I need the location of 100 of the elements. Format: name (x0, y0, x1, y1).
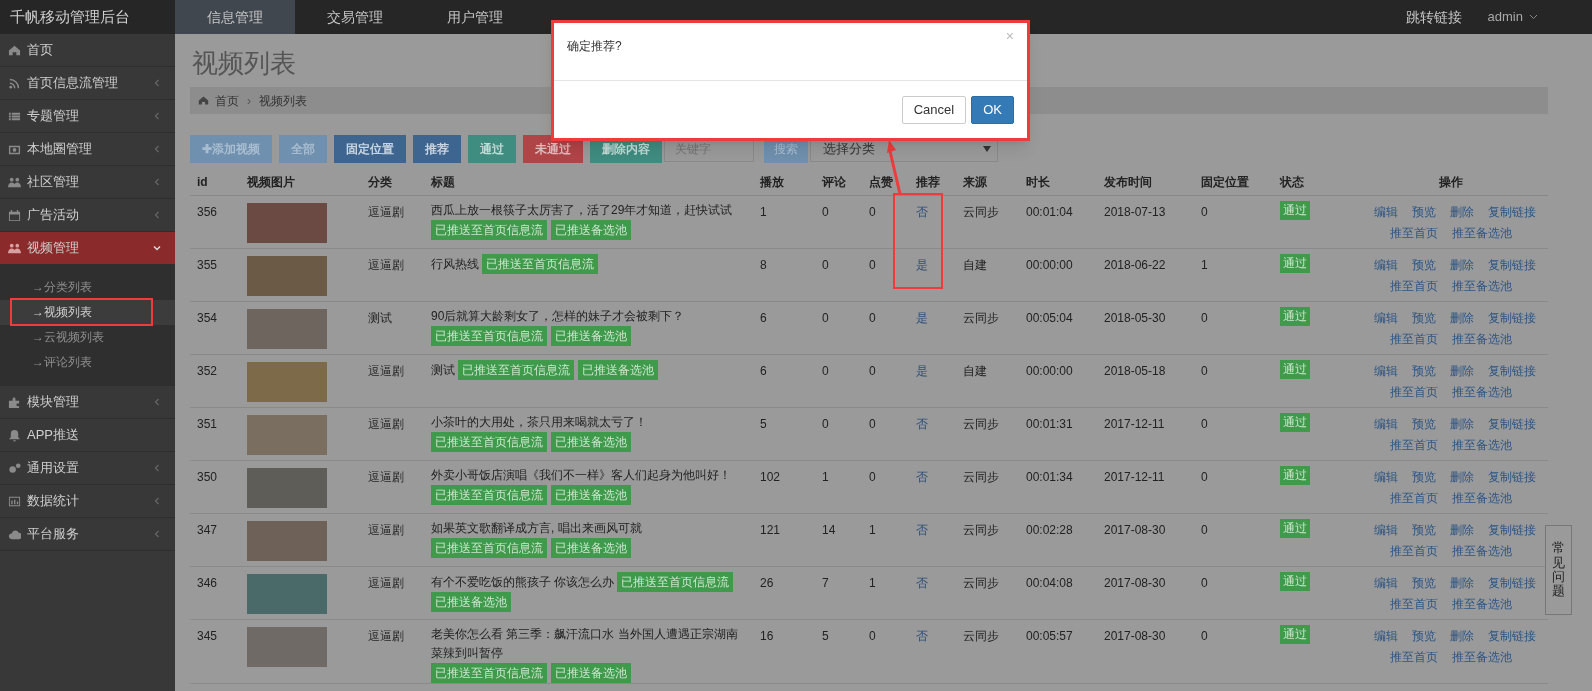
action-link[interactable]: 复制链接 (1487, 255, 1536, 274)
sidebar-item[interactable]: 首页 (0, 34, 175, 67)
title-cell-text: 老美你怎么看 第三季：飙汗流口水 当外国人遭遇正宗湖南菜辣到叫暂停 (431, 625, 739, 662)
sidebar-item[interactable]: APP推送 (0, 419, 175, 452)
submenu-item[interactable]: →评论列表 (0, 350, 175, 375)
dialog-button[interactable]: OK (971, 95, 1014, 124)
submenu-item[interactable]: →分类列表 (0, 275, 175, 300)
column-header: 视频图片 (247, 175, 295, 190)
action-link[interactable]: 预览 (1411, 414, 1436, 433)
action-link[interactable]: 编辑 (1373, 414, 1398, 433)
action-link[interactable]: 预览 (1411, 520, 1436, 539)
category-cell: 测试 (368, 310, 392, 325)
sidebar-item[interactable]: 通用设置 (0, 452, 175, 485)
action-link[interactable]: 推至首页 (1389, 223, 1438, 242)
action-link[interactable]: 删除 (1449, 573, 1474, 592)
page-title: 视频列表 (192, 47, 297, 79)
sidebar-item[interactable]: 数据统计 (0, 485, 175, 518)
column-header: 来源 (963, 175, 987, 190)
action-link[interactable]: 编辑 (1373, 467, 1398, 486)
breadcrumb-link[interactable]: 首页 (215, 91, 239, 110)
action-link[interactable]: 删除 (1449, 414, 1474, 433)
action-link[interactable]: 推至备选池 (1451, 647, 1512, 666)
action-link[interactable]: 删除 (1449, 361, 1474, 380)
top-tab[interactable]: 用户管理 (415, 0, 535, 34)
action-link[interactable]: 编辑 (1373, 573, 1398, 592)
action-link[interactable]: 编辑 (1373, 520, 1398, 539)
duration-cell: 00:01:04 (1026, 204, 1073, 219)
action-link[interactable]: 推至备选池 (1451, 435, 1512, 454)
column-header: 状态 (1280, 175, 1304, 190)
action-link[interactable]: 推至首页 (1389, 647, 1438, 666)
action-link[interactable]: 删除 (1449, 520, 1474, 539)
top-tab[interactable]: 信息管理 (175, 0, 295, 34)
column-header: 播放 (760, 175, 784, 190)
action-link[interactable]: 编辑 (1373, 202, 1398, 221)
action-link[interactable]: 推至首页 (1389, 541, 1438, 560)
action-link[interactable]: 推至首页 (1389, 594, 1438, 613)
close-button[interactable]: × (1005, 29, 1014, 43)
top-tab[interactable]: 交易管理 (295, 0, 415, 34)
action-link[interactable]: 推至首页 (1389, 382, 1438, 401)
comments-cell: 5 (822, 628, 829, 643)
sidebar-item[interactable]: 模块管理 (0, 386, 175, 419)
submenu-item[interactable]: →视频列表 (0, 300, 175, 325)
action-link[interactable]: 编辑 (1373, 255, 1398, 274)
action-link[interactable]: 复制链接 (1487, 308, 1536, 327)
sidebar-item[interactable]: 专题管理 (0, 100, 175, 133)
user-menu[interactable]: admin (1487, 0, 1538, 34)
jump-link[interactable]: 跳转链接 (1405, 0, 1462, 34)
title-cell-text: 行风热线 (431, 255, 479, 273)
action-link[interactable]: 推至备选池 (1451, 329, 1512, 348)
status-badge: 通过 (1280, 465, 1310, 485)
id-cell: 356 (197, 204, 218, 219)
sidebar-item[interactable]: 本地圈管理 (0, 133, 175, 166)
action-link[interactable]: 预览 (1411, 202, 1436, 221)
action-link[interactable]: 复制链接 (1487, 626, 1536, 645)
toolbar-button[interactable]: 全部 (279, 135, 327, 163)
toolbar-button[interactable]: 固定位置 (334, 135, 406, 163)
action-link[interactable]: 编辑 (1373, 626, 1398, 645)
category-cell: 逗逼剧 (368, 575, 404, 590)
action-link[interactable]: 复制链接 (1487, 467, 1536, 486)
action-link[interactable]: 推至备选池 (1451, 223, 1512, 242)
toolbar-button[interactable]: 推荐 (413, 135, 461, 163)
action-link[interactable]: 复制链接 (1487, 573, 1536, 592)
action-link[interactable]: 删除 (1449, 467, 1474, 486)
action-link[interactable]: 编辑 (1373, 308, 1398, 327)
likes-cell: 1 (869, 575, 876, 590)
action-link[interactable]: 复制链接 (1487, 202, 1536, 221)
action-link[interactable]: 删除 (1449, 308, 1474, 327)
action-link[interactable]: 预览 (1411, 626, 1436, 645)
action-link[interactable]: 复制链接 (1487, 361, 1536, 380)
action-link[interactable]: 推至首页 (1389, 435, 1438, 454)
action-link[interactable]: 预览 (1411, 255, 1436, 274)
action-link[interactable]: 推至首页 (1389, 329, 1438, 348)
action-link[interactable]: 预览 (1411, 467, 1436, 486)
sidebar-item[interactable]: 视频管理 (0, 232, 175, 265)
action-link[interactable]: 删除 (1449, 626, 1474, 645)
action-link[interactable]: 推至备选池 (1451, 488, 1512, 507)
faq-tab[interactable]: 常见问题 (1545, 525, 1572, 615)
action-link[interactable]: 预览 (1411, 308, 1436, 327)
action-link[interactable]: 推至备选池 (1451, 594, 1512, 613)
action-link[interactable]: 推至首页 (1389, 488, 1438, 507)
action-link[interactable]: 删除 (1449, 202, 1474, 221)
action-link[interactable]: 预览 (1411, 573, 1436, 592)
breadcrumb-current: 视频列表 (259, 92, 307, 110)
action-link[interactable]: 推至首页 (1389, 276, 1438, 295)
action-link[interactable]: 复制链接 (1487, 414, 1536, 433)
action-link[interactable]: 复制链接 (1487, 520, 1536, 539)
action-link[interactable]: 推至备选池 (1451, 382, 1512, 401)
action-link[interactable]: 删除 (1449, 255, 1474, 274)
action-link[interactable]: 预览 (1411, 361, 1436, 380)
sidebar-item[interactable]: 首页信息流管理 (0, 67, 175, 100)
submenu-item[interactable]: →云视频列表 (0, 325, 175, 350)
sidebar-item[interactable]: 平台服务 (0, 518, 175, 551)
action-link[interactable]: 推至备选池 (1451, 541, 1512, 560)
sidebar-item[interactable]: 社区管理 (0, 166, 175, 199)
status-badge: 通过 (1280, 624, 1310, 644)
toolbar-button[interactable]: ✚添加视频 (190, 135, 272, 163)
dialog-button[interactable]: Cancel (901, 95, 967, 124)
toolbar-button[interactable]: 通过 (468, 135, 516, 163)
action-link[interactable]: 推至备选池 (1451, 276, 1512, 295)
action-link[interactable]: 编辑 (1373, 361, 1398, 380)
